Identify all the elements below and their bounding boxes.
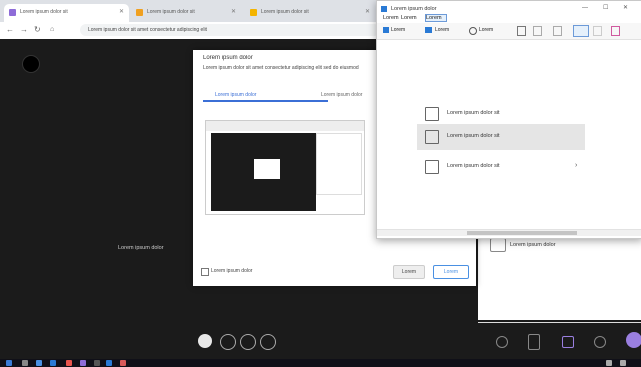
forward-icon[interactable]: → [20,25,28,34]
window-title: Lorem ipsum dolor [391,6,437,12]
preview-titlebar [206,121,364,131]
more-options-icon[interactable] [260,334,276,350]
preview-snip [316,133,362,195]
eraser-icon[interactable] [611,26,620,36]
app-taskbar-icon[interactable] [120,360,126,366]
close-tab-icon[interactable]: ✕ [231,8,236,15]
avatar[interactable] [198,334,212,348]
apps-icon[interactable] [562,336,574,348]
maximize-icon[interactable]: ☐ [603,4,608,11]
windows-taskbar [0,359,641,367]
mail-icon[interactable] [50,360,56,366]
send-icon[interactable] [553,26,562,36]
home-icon[interactable]: ⌂ [50,26,54,33]
new-snip-button[interactable]: Lorem [391,27,419,33]
mode-icon [425,27,432,33]
pen-icon[interactable] [573,25,589,37]
settings-icon[interactable] [594,336,606,348]
gallery-label: Lorem ipsum dolor [510,242,556,248]
url-text: Lorem ipsum dolor sit amet consectetur a… [88,27,207,33]
capture-option[interactable]: Lorem ipsum dolor sit [417,124,585,150]
file-explorer-icon[interactable] [94,360,100,366]
snipping-tool-window: Lorem ipsum dolor — ☐ ✕ Lorem Lorem Lore… [376,0,641,239]
capture-option-label: Lorem ipsum dolor sit [447,110,500,116]
menu-file[interactable]: Lorem [383,15,401,21]
share-screen-icon[interactable] [240,334,256,350]
url-input[interactable]: Lorem ipsum dolor sit amet consectetur a… [80,24,380,36]
participants-icon[interactable] [528,334,540,350]
edge-icon[interactable] [36,360,42,366]
search-icon[interactable] [22,360,28,366]
browser-tab-meeting[interactable]: Lorem ipsum dolor sit ✕ [4,4,129,22]
mode-button[interactable]: Lorem [435,27,463,33]
tab-label: Lorem ipsum dolor sit [20,9,68,15]
scrolling-capture-icon [425,160,439,174]
fullscreen-capture-icon [425,107,439,121]
close-tab-icon[interactable]: ✕ [119,8,124,15]
gallery-icon [490,238,506,252]
chrome-icon[interactable] [66,360,72,366]
close-icon[interactable]: ✕ [623,4,628,11]
tab-underline [203,100,328,102]
copy-icon[interactable] [517,26,526,36]
dialog-title: Lorem ipsum dolor [203,55,253,61]
new-snip-icon [383,27,389,33]
share-button[interactable]: Lorem [433,265,469,279]
delay-icon [469,27,477,35]
start-icon[interactable] [6,360,12,366]
preview-dialog [254,159,280,179]
menu-edit[interactable]: Lorem [401,15,423,21]
menu-tools[interactable]: Lorem [425,14,447,22]
close-tab-icon[interactable]: ✕ [365,8,370,15]
user-avatar[interactable] [626,332,641,348]
delay-button[interactable]: Lorem [479,27,507,33]
back-icon[interactable]: ← [6,25,14,34]
reload-icon[interactable]: ↻ [34,25,41,34]
checkbox-label: Lorem ipsum dolor [211,268,253,274]
minimize-icon[interactable]: — [582,5,588,11]
screen-preview[interactable] [205,120,365,215]
horizontal-scrollbar[interactable] [377,229,641,236]
tab-label: Lorem ipsum dolor sit [261,9,309,15]
snip-taskbar-icon[interactable] [106,360,112,366]
clock-icon [620,360,626,366]
capture-option[interactable]: Lorem ipsum dolor sit › [417,154,585,180]
share-audio-checkbox[interactable] [201,268,209,276]
save-icon[interactable] [533,26,542,36]
meeting-taskbar-icon[interactable] [80,360,86,366]
browser-tab-2[interactable]: Lorem ipsum dolor sit ✕ [131,4,241,22]
app-logo-icon [22,55,40,73]
window-capture-icon [425,130,439,144]
meeting-caption: Lorem ipsum dolor [118,245,164,251]
submenu-arrow-icon: › [575,162,578,169]
tab-entire-screen[interactable]: Lorem ipsum dolor [215,92,305,98]
capture-option-label: Lorem ipsum dolor sit [447,163,500,169]
capture-option-label: Lorem ipsum dolor sit [447,133,500,139]
snip-toolbar: Lorem Lorem Lorem [377,23,641,40]
tray-icon [606,360,612,366]
scrollbar-thumb[interactable] [467,231,577,235]
tab-star-icon [250,9,257,16]
snip-app-icon [381,6,387,12]
meeting-app-icon [9,9,16,16]
tab-label: Lorem ipsum dolor sit [147,9,195,15]
capture-options: Lorem ipsum dolor sit Lorem ipsum dolor s… [377,39,641,229]
mute-mic-icon[interactable] [220,334,236,350]
divider [478,322,641,323]
cancel-button[interactable]: Lorem [393,265,425,279]
chat-icon[interactable] [496,336,508,348]
highlighter-icon[interactable] [593,26,602,36]
tab-page-icon [136,9,143,16]
browser-tab-3[interactable]: Lorem ipsum dolor sit ✕ [245,4,375,22]
